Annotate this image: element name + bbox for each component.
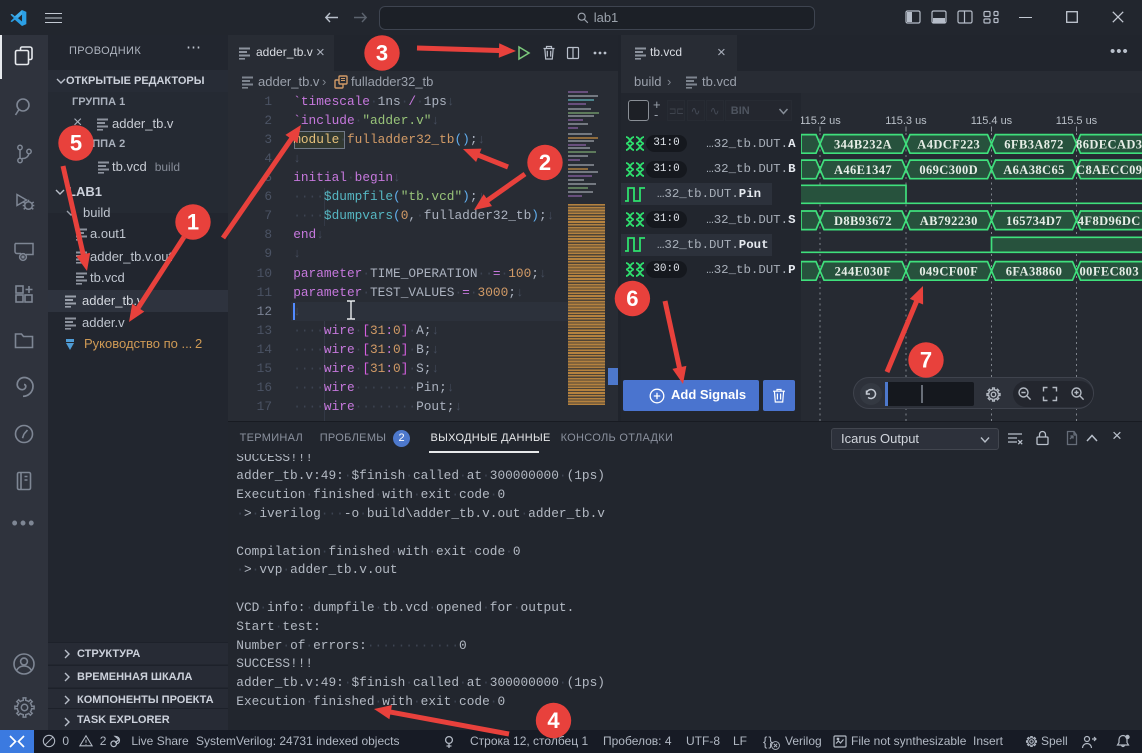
svg-text:2: 2 [539, 150, 551, 175]
svg-text:4: 4 [547, 708, 560, 733]
svg-text:6: 6 [626, 286, 638, 311]
svg-text:1: 1 [187, 210, 199, 235]
svg-text:3: 3 [376, 41, 388, 66]
svg-text:5: 5 [70, 131, 82, 156]
svg-text:7: 7 [920, 348, 932, 373]
